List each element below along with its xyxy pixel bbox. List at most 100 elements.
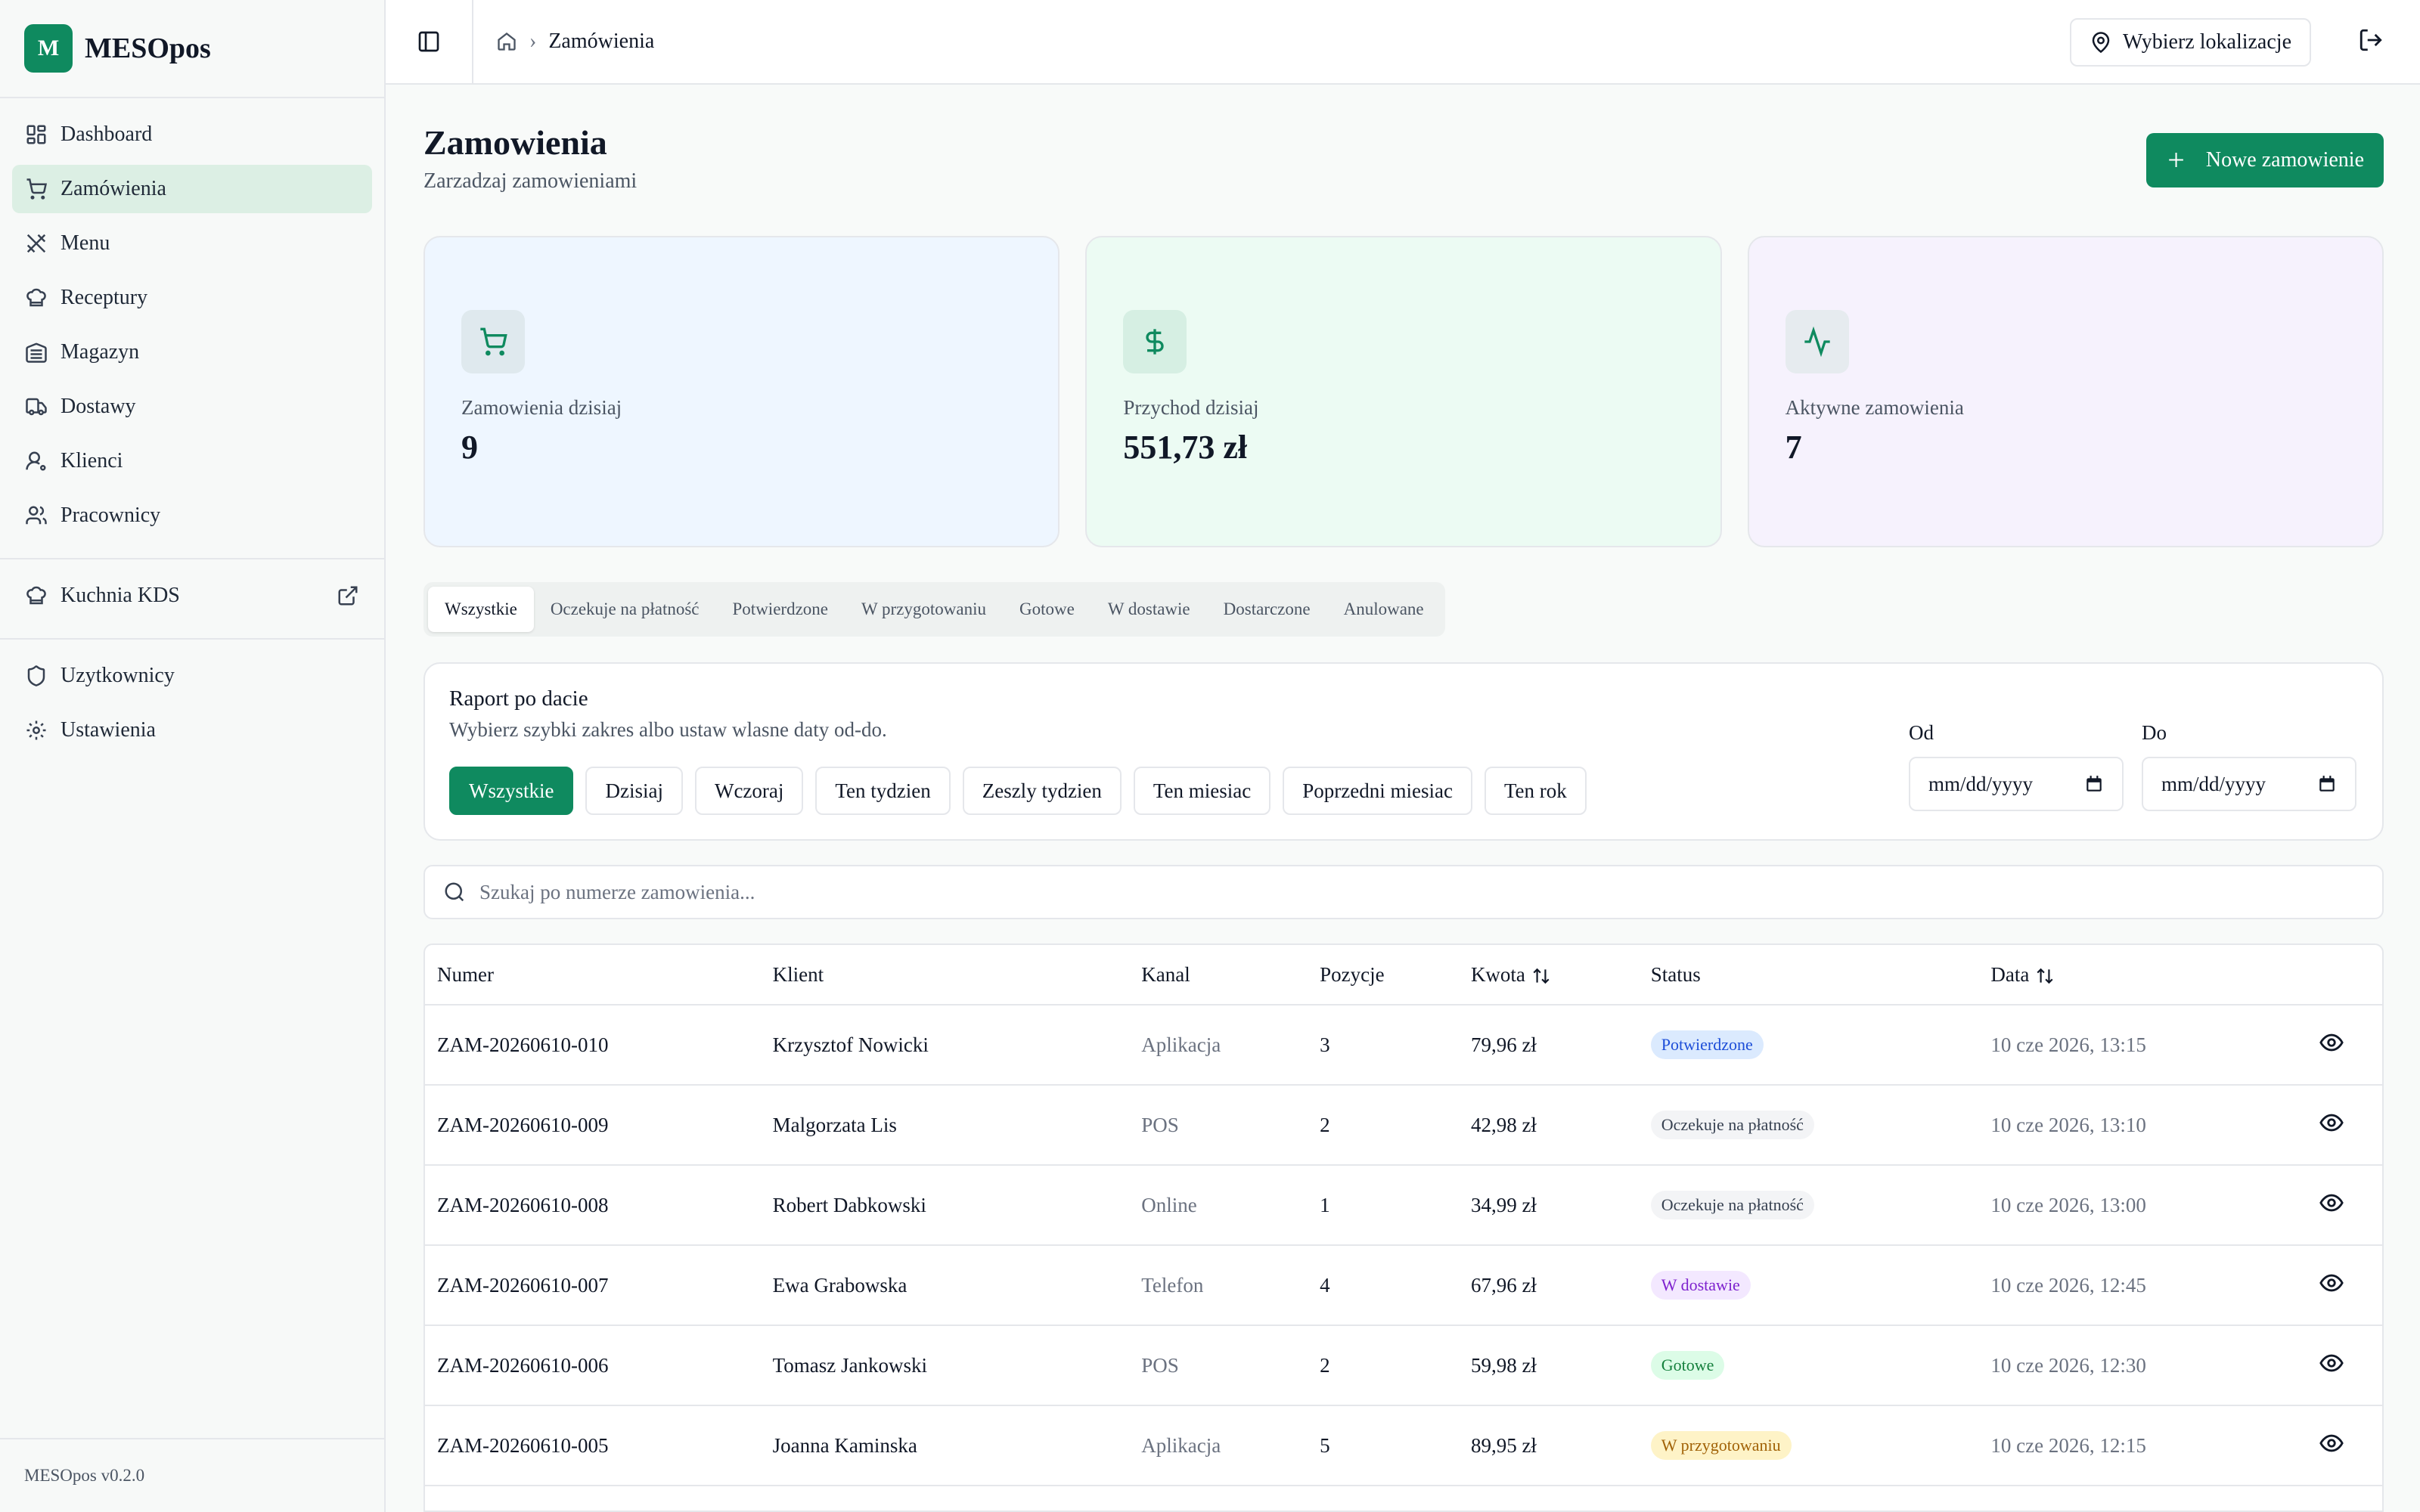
status-cell: Oczekuje na płatność xyxy=(1639,1191,1979,1219)
tab-wszystkie[interactable]: Wszystkie xyxy=(428,587,534,632)
tab-gotowe[interactable]: Gotowe xyxy=(1003,587,1091,632)
range-button-wczoraj[interactable]: Wczoraj xyxy=(694,767,804,815)
brand-logo: M xyxy=(24,24,73,73)
column-header-data[interactable]: Data xyxy=(1978,963,2307,987)
sidebar-item-pracownicy[interactable]: Pracownicy xyxy=(12,491,372,540)
sidebar-item-dashboard[interactable]: Dashboard xyxy=(12,110,372,159)
eye-icon[interactable] xyxy=(2307,1270,2382,1301)
sidebar-item-uzytkownicy[interactable]: Uzytkownicy xyxy=(12,652,372,700)
tab-oczekuje-na-p-atno-[interactable]: Oczekuje na płatność xyxy=(534,587,716,632)
dashboard-icon xyxy=(24,122,48,147)
stat-label: Przychod dzisiaj xyxy=(1123,396,1259,419)
sidebar-item-label: Dostawy xyxy=(60,395,136,418)
stat-label: Zamowienia dzisiaj xyxy=(461,396,622,419)
page-title: Zamowienia xyxy=(424,123,607,162)
main-nav: Dashboard Zamówienia Menu Receptury Magazyn D… xyxy=(0,98,384,558)
order-number: ZAM-20260610-010 xyxy=(437,1033,609,1056)
date-to-input[interactable]: mm/dd/yyyy xyxy=(2142,757,2356,811)
sidebar-item-dostawy[interactable]: Dostawy xyxy=(12,383,372,431)
status-badge: Potwierdzone xyxy=(1650,1030,1764,1059)
range-button-dzisiaj[interactable]: Dzisiaj xyxy=(585,767,683,815)
table-row[interactable]: ZAM-20260610-010 Krzysztof Nowicki Aplikac… xyxy=(425,1005,2382,1086)
range-button-ten-miesiac[interactable]: Ten miesiac xyxy=(1133,767,1271,815)
tab-dostarczone[interactable]: Dostarczone xyxy=(1207,587,1327,632)
amount: 79,96 zł xyxy=(1470,1033,1537,1056)
brand[interactable]: M MESOpos xyxy=(0,0,384,98)
search-input[interactable]: Szukaj po numerze zamowienia... xyxy=(424,865,2384,919)
tab-potwierdzone[interactable]: Potwierdzone xyxy=(716,587,845,632)
chef-hat-icon xyxy=(24,584,48,608)
stat-card-revenue-today: Przychod dzisiaj 551,73 zł xyxy=(1085,236,1722,547)
column-header-pozycje: Pozycje xyxy=(1320,962,1385,986)
column-header-kanal: Kanal xyxy=(1141,962,1190,986)
chef-hat-icon xyxy=(24,286,48,310)
users-icon xyxy=(24,503,48,528)
search-placeholder: Szukaj po numerze zamowienia... xyxy=(479,880,755,903)
sidebar-item-klienci[interactable]: Klienci xyxy=(12,437,372,485)
table-row[interactable]: ZAM-20260610-008 Robert Dabkowski Online 1 3… xyxy=(425,1166,2382,1246)
sidebar-toggle-button[interactable] xyxy=(386,0,473,84)
table-row[interactable]: ZAM-20260610-006 Tomasz Jankowski POS 2 59,9… xyxy=(425,1326,2382,1406)
sidebar-item-kuchnia-kds[interactable]: Kuchnia KDS xyxy=(12,572,372,620)
sort-icon[interactable] xyxy=(2029,963,2055,986)
gear-icon xyxy=(24,718,48,742)
tab-anulowane[interactable]: Anulowane xyxy=(1327,587,1441,632)
column-header-kwota[interactable]: Kwota xyxy=(1459,963,1639,987)
tab-w-dostawie[interactable]: W dostawie xyxy=(1091,587,1207,632)
client-name: Krzysztof Nowicki xyxy=(772,1033,929,1056)
client-name: Tomasz Jankowski xyxy=(772,1353,927,1377)
order-number: ZAM-20260610-007 xyxy=(437,1273,609,1297)
order-number: ZAM-20260610-008 xyxy=(437,1193,609,1216)
date-report-panel: Raport po dacie Wybierz szybki zakres al… xyxy=(424,662,2384,841)
channel: Telefon xyxy=(1141,1273,1204,1297)
items-count: 2 xyxy=(1320,1353,1330,1377)
status-tabs: Wszystkie Oczekuje na płatność Potwierdzon… xyxy=(424,582,1445,637)
range-button-ten-rok[interactable]: Ten rok xyxy=(1484,767,1587,815)
eye-icon[interactable] xyxy=(2307,1190,2382,1221)
sidebar-item-receptury[interactable]: Receptury xyxy=(12,274,372,322)
home-icon[interactable] xyxy=(496,31,517,52)
dollar-icon xyxy=(1123,310,1187,373)
topbar: › Zamówienia Wybierz lokalizacje xyxy=(386,0,2420,85)
external-link-icon[interactable] xyxy=(336,584,360,608)
eye-icon[interactable] xyxy=(2307,1030,2382,1061)
range-button-zeszly-tydzien[interactable]: Zeszly tydzien xyxy=(962,767,1122,815)
location-button[interactable]: Wybierz lokalizacje xyxy=(2070,18,2311,67)
date-to-label: Do xyxy=(2142,721,2167,744)
sidebar-item-ustawienia[interactable]: Ustawienia xyxy=(12,706,372,754)
sidebar-item-zam-wienia[interactable]: Zamówienia xyxy=(12,165,372,213)
sidebar-item-label: Menu xyxy=(60,231,110,255)
table-row[interactable]: ZAM-20260610-007 Ewa Grabowska Telefon 4 67,… xyxy=(425,1246,2382,1326)
stat-value: 7 xyxy=(1785,429,1802,466)
date-from-placeholder: mm/dd/yyyy xyxy=(1928,772,2034,795)
logout-button[interactable] xyxy=(2358,27,2384,57)
eye-icon[interactable] xyxy=(2307,1110,2382,1141)
sidebar-item-label: Ustawienia xyxy=(60,718,156,742)
date-from-input[interactable]: mm/dd/yyyy xyxy=(1909,757,2124,811)
table-row[interactable]: ZAM-20260610-005 Joanna Kaminska Aplikacja… xyxy=(425,1406,2382,1486)
sidebar-item-label: Pracownicy xyxy=(60,503,161,527)
range-button-wszystkie[interactable]: Wszystkie xyxy=(449,767,574,815)
sidebar-item-label: Receptury xyxy=(60,286,148,309)
tab-w-przygotowaniu[interactable]: W przygotowaniu xyxy=(845,587,1003,632)
eye-icon[interactable] xyxy=(2307,1430,2382,1461)
channel: Aplikacja xyxy=(1141,1433,1221,1457)
date-from-group: Od mm/dd/yyyy xyxy=(1909,721,2124,811)
status-cell: Potwierdzone xyxy=(1639,1030,1979,1059)
cart-icon xyxy=(24,177,48,201)
sort-icon[interactable] xyxy=(1525,963,1551,986)
stat-card-active-orders: Aktywne zamowienia 7 xyxy=(1747,236,2384,547)
sidebar-item-magazyn[interactable]: Magazyn xyxy=(12,328,372,376)
sidebar-item-menu[interactable]: Menu xyxy=(12,219,372,268)
range-button-poprzedni-miesiac[interactable]: Poprzedni miesiac xyxy=(1283,767,1472,815)
table-row[interactable]: ZAM-20260610-009 Malgorzata Lis POS 2 42,98 … xyxy=(425,1086,2382,1166)
status-badge: Oczekuje na płatność xyxy=(1650,1111,1814,1139)
column-header-status: Status xyxy=(1650,962,1701,986)
range-button-ten-tydzien[interactable]: Ten tydzien xyxy=(815,767,951,815)
app-version: MESOpos v0.2.0 xyxy=(0,1438,386,1512)
client-name: Joanna Kaminska xyxy=(772,1433,917,1457)
order-number: ZAM-20260610-005 xyxy=(437,1433,609,1457)
eye-icon[interactable] xyxy=(2307,1350,2382,1381)
status-cell: Oczekuje na płatność xyxy=(1639,1111,1979,1139)
new-order-button[interactable]: + Nowe zamowienie xyxy=(2146,133,2384,187)
